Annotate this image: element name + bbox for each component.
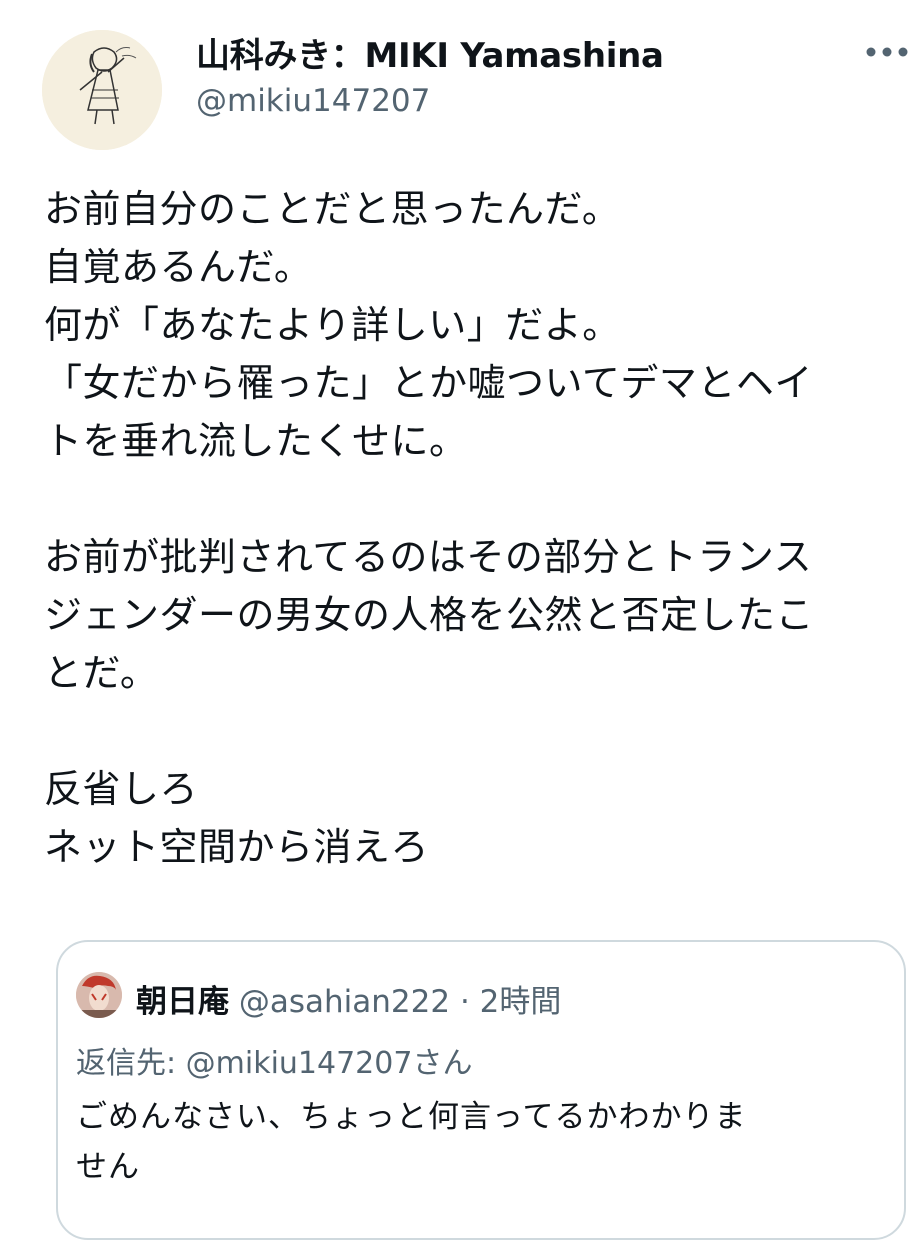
author-display-name[interactable]: 山科みき：MIKI Yamashina: [196, 28, 664, 77]
quoted-avatar-portrait: [76, 972, 122, 1018]
tweet-line: 何が「あなたより詳しい」だよ。: [44, 303, 621, 347]
tweet-line: 「女だから罹った」とか嘘ついてデマとヘイ: [44, 361, 813, 405]
tweet-line: お前が批判されてるのはその部分とトランス: [44, 535, 813, 579]
quoted-tweet-card[interactable]: 朝日庵 @asahian222 · 2時間 返信先: @mikiu147207さ…: [56, 940, 906, 1240]
quoted-text-line: ごめんなさい、ちょっと何言ってるかわかりま: [76, 1099, 747, 1135]
separator-dot: ·: [459, 984, 470, 1020]
author-avatar[interactable]: [42, 30, 162, 150]
tweet-line: トを垂れ流したくせに。: [44, 419, 468, 463]
paragraph-break: [44, 702, 914, 760]
tweet-line: ジェンダーの男女の人格を公然と否定したこ: [44, 593, 815, 637]
quoted-header: 朝日庵 @asahian222 · 2時間: [136, 976, 561, 1021]
quoted-text-line: せん: [76, 1149, 140, 1185]
quoted-display-name[interactable]: 朝日庵: [136, 984, 229, 1020]
author-handle[interactable]: @mikiu147207: [196, 83, 430, 119]
tweet-line: 自覚あるんだ。: [44, 245, 313, 289]
paragraph-break: [44, 470, 914, 528]
tweet-line: 反省しろ: [44, 767, 199, 811]
avatar-sketch-illustration: [42, 30, 162, 150]
tweet-line: とだ。: [44, 651, 159, 695]
more-horizontal-icon: [866, 47, 908, 57]
quoted-handle[interactable]: @asahian222: [239, 984, 450, 1020]
tweet-text: お前自分のことだと思ったんだ。 自覚あるんだ。 何が「あなたより詳しい」だよ。 …: [44, 180, 914, 876]
quoted-tweet-text: ごめんなさい、ちょっと何言ってるかわかりま せん: [76, 1092, 876, 1192]
quoted-author-avatar[interactable]: [76, 972, 122, 1018]
tweet-line: ネット空間から消えろ: [44, 825, 430, 869]
quoted-reply-to: 返信先: @mikiu147207さん: [76, 1046, 473, 1081]
tweet-line: お前自分のことだと思ったんだ。: [44, 187, 621, 231]
quoted-timestamp[interactable]: 2時間: [480, 984, 562, 1020]
more-options-button[interactable]: [862, 30, 912, 74]
